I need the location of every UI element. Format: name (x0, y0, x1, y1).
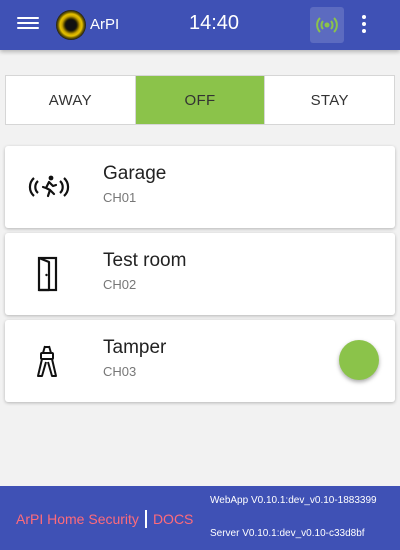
alert-indicator (339, 340, 379, 380)
sensor-card-garage[interactable]: Garage CH01 (5, 146, 395, 228)
webapp-version: WebApp V0.10.1:dev_v0.10-1883399 (210, 495, 377, 506)
mode-away-button[interactable]: AWAY (6, 76, 136, 124)
motion-sensor-icon (28, 175, 70, 198)
menu-icon[interactable] (17, 15, 39, 35)
footer-divider (144, 510, 147, 528)
sensor-name: Test room (103, 250, 187, 271)
sensor-channel: CH03 (103, 364, 137, 379)
tamper-icon (37, 345, 57, 377)
sensor-channel: CH02 (103, 277, 137, 292)
arm-mode-selector: AWAY OFF STAY (5, 75, 395, 125)
sensor-card-test-room[interactable]: Test room CH02 (5, 233, 395, 315)
mode-off-button[interactable]: OFF (135, 76, 266, 124)
footer: ArPI Home Security DOCS WebApp V0.10.1:de… (0, 486, 400, 550)
mode-stay-button[interactable]: STAY (265, 76, 394, 124)
more-vert-icon[interactable] (352, 13, 376, 37)
door-icon (37, 256, 58, 292)
sensor-channel: CH01 (103, 190, 137, 205)
sensor-name: Tamper (103, 337, 167, 358)
sensor-name: Garage (103, 163, 167, 184)
home-security-link[interactable]: ArPI Home Security (16, 511, 139, 527)
arpi-logo (56, 10, 86, 40)
app-title: ArPI (90, 16, 120, 33)
docs-link[interactable]: DOCS (153, 511, 193, 527)
app-bar: ArPI 14:40 (0, 0, 400, 50)
footer-links: ArPI Home Security DOCS (16, 510, 193, 528)
clock: 14:40 (188, 12, 240, 34)
broadcast-icon[interactable] (310, 7, 344, 43)
sensor-card-tamper[interactable]: Tamper CH03 (5, 320, 395, 402)
server-version: Server V0.10.1:dev_v0.10-c33d8bf (210, 528, 365, 539)
